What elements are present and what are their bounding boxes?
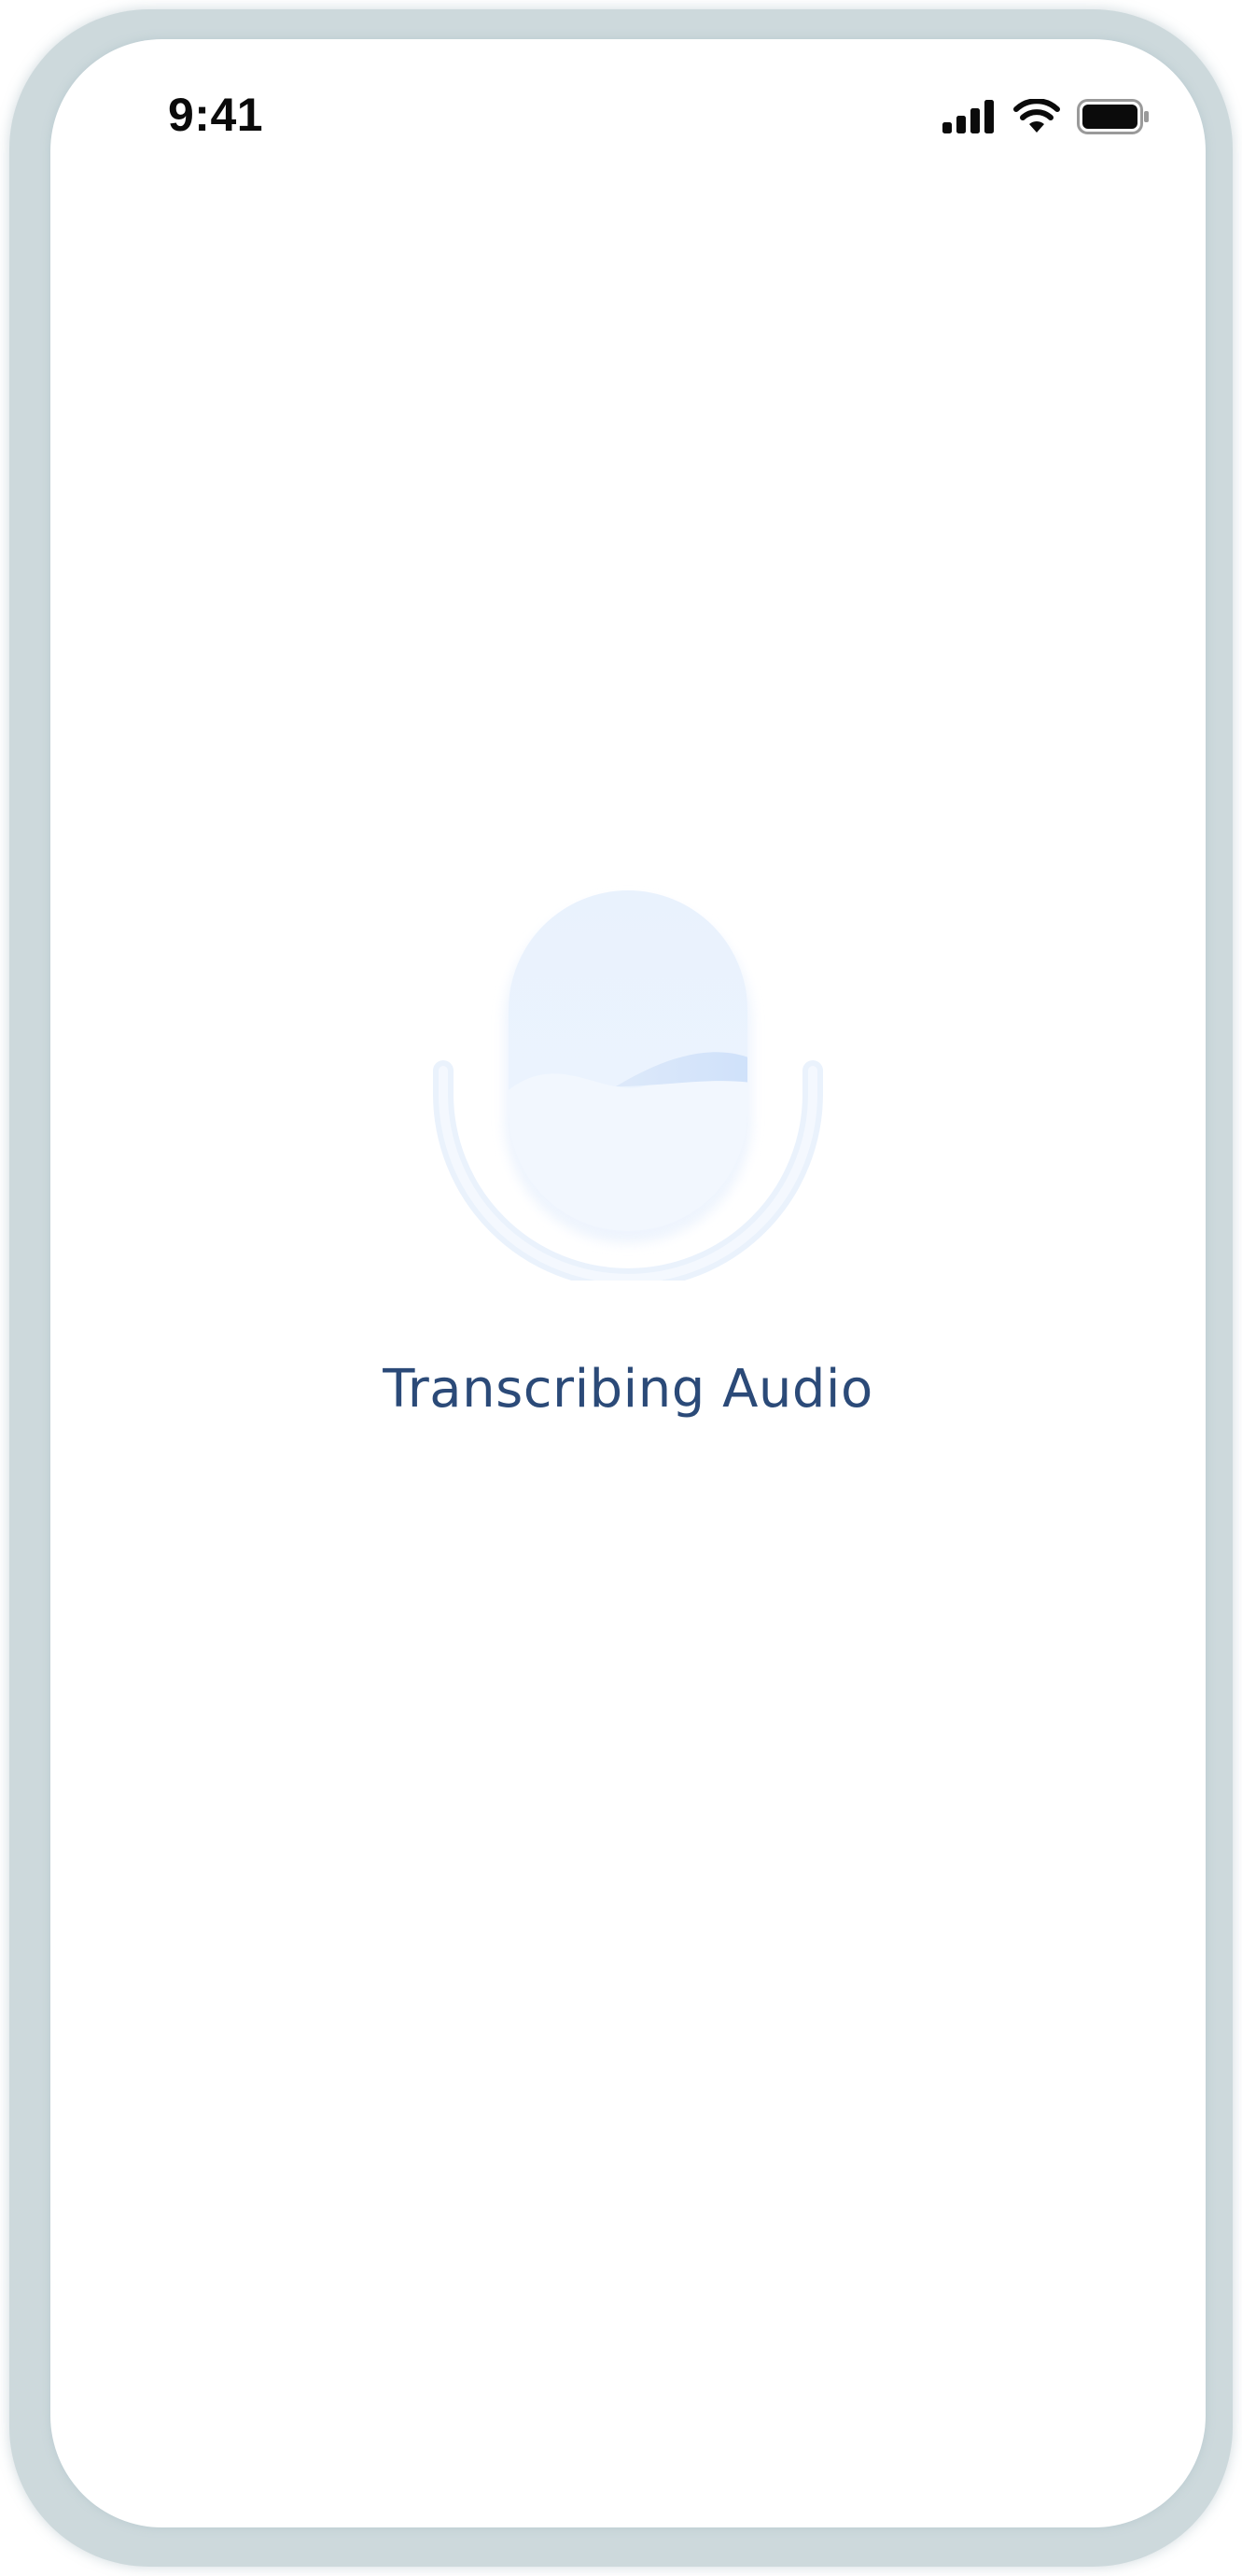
cellular-signal-icon <box>942 99 997 138</box>
transcribing-status-text: Transcribing Audio <box>383 1359 873 1420</box>
status-bar: 9:41 <box>50 39 1206 189</box>
status-icons <box>942 97 1150 140</box>
phone-screen: 9:41 Transcribing Audio <box>50 39 1206 2527</box>
status-time: 9:41 <box>168 89 264 141</box>
device-frame: 9:41 Transcribing Audio <box>9 9 1233 2567</box>
wifi-icon <box>1013 97 1060 139</box>
microphone-icon <box>433 890 823 1289</box>
battery-icon <box>1077 98 1150 139</box>
microphone-illustration <box>429 842 827 1289</box>
